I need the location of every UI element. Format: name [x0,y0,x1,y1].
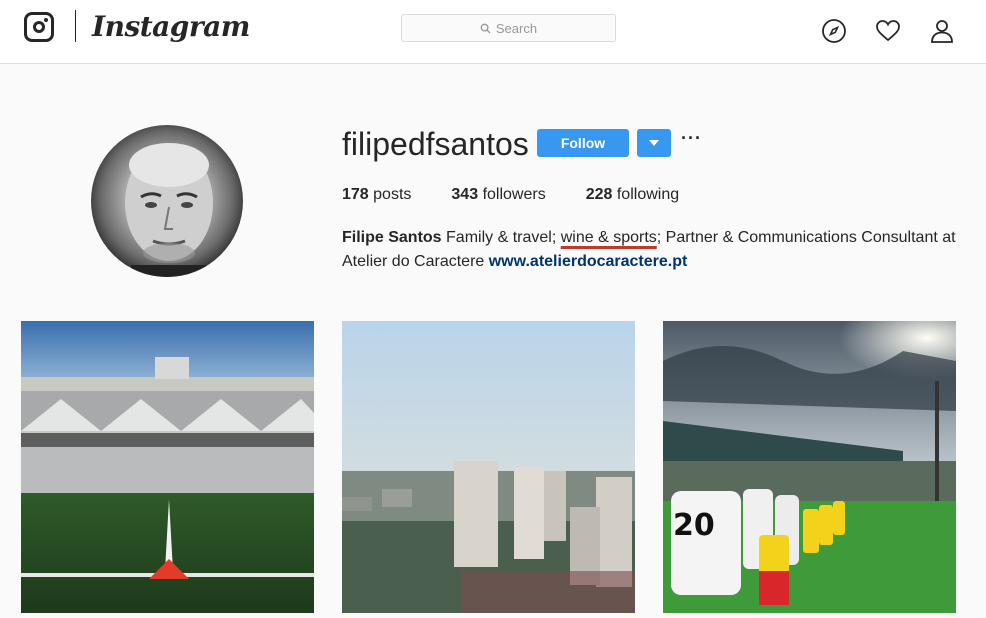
post-thumbnail[interactable]: 20 [663,321,956,613]
more-options-button[interactable]: ··· [681,129,701,153]
profile-avatar[interactable] [91,125,243,277]
bio-highlight: wine & sports [560,229,657,246]
heart-icon[interactable] [875,18,901,44]
bio-full-name: Filipe Santos [342,229,442,246]
city-photo [342,321,635,613]
follow-button[interactable]: Follow [537,129,629,157]
search-input[interactable]: Search [401,14,616,42]
post-thumbnail[interactable] [21,321,314,613]
instagram-wordmark[interactable]: Instagram [92,10,250,43]
svg-text:20: 20 [673,508,715,543]
profile-stats: 178 posts 343 followers 228 following [342,186,719,204]
stat-label: posts [373,186,412,203]
compass-icon[interactable] [821,18,847,44]
stat-number: 228 [585,186,613,203]
stat-label: followers [482,186,546,203]
search-icon [480,23,491,34]
stadium-photo [21,321,314,613]
profile-bio: Filipe Santos Family & travel; wine & sp… [342,226,962,274]
top-navigation-bar: Instagram Search [0,0,986,64]
suggestions-dropdown-button[interactable] [637,129,671,157]
instagram-logo-icon[interactable] [24,12,54,42]
logo-divider [75,10,76,42]
stat-number: 343 [451,186,479,203]
chevron-down-icon [649,140,659,146]
following-count[interactable]: 228 following [586,186,679,204]
search-placeholder: Search [495,20,538,36]
bio-text: Family & travel; [446,229,561,246]
stat-label: following [616,186,680,203]
football-photo: 20 [663,321,956,613]
bio-website-link[interactable]: www.atelierdocaractere.pt [489,253,688,270]
profile-icon[interactable] [929,18,955,44]
posts-count: 178 posts [342,186,411,204]
post-thumbnail[interactable] [342,321,635,613]
profile-username: filipedfsantos [342,126,529,162]
stat-number: 178 [342,186,369,203]
followers-count[interactable]: 343 followers [451,186,545,204]
